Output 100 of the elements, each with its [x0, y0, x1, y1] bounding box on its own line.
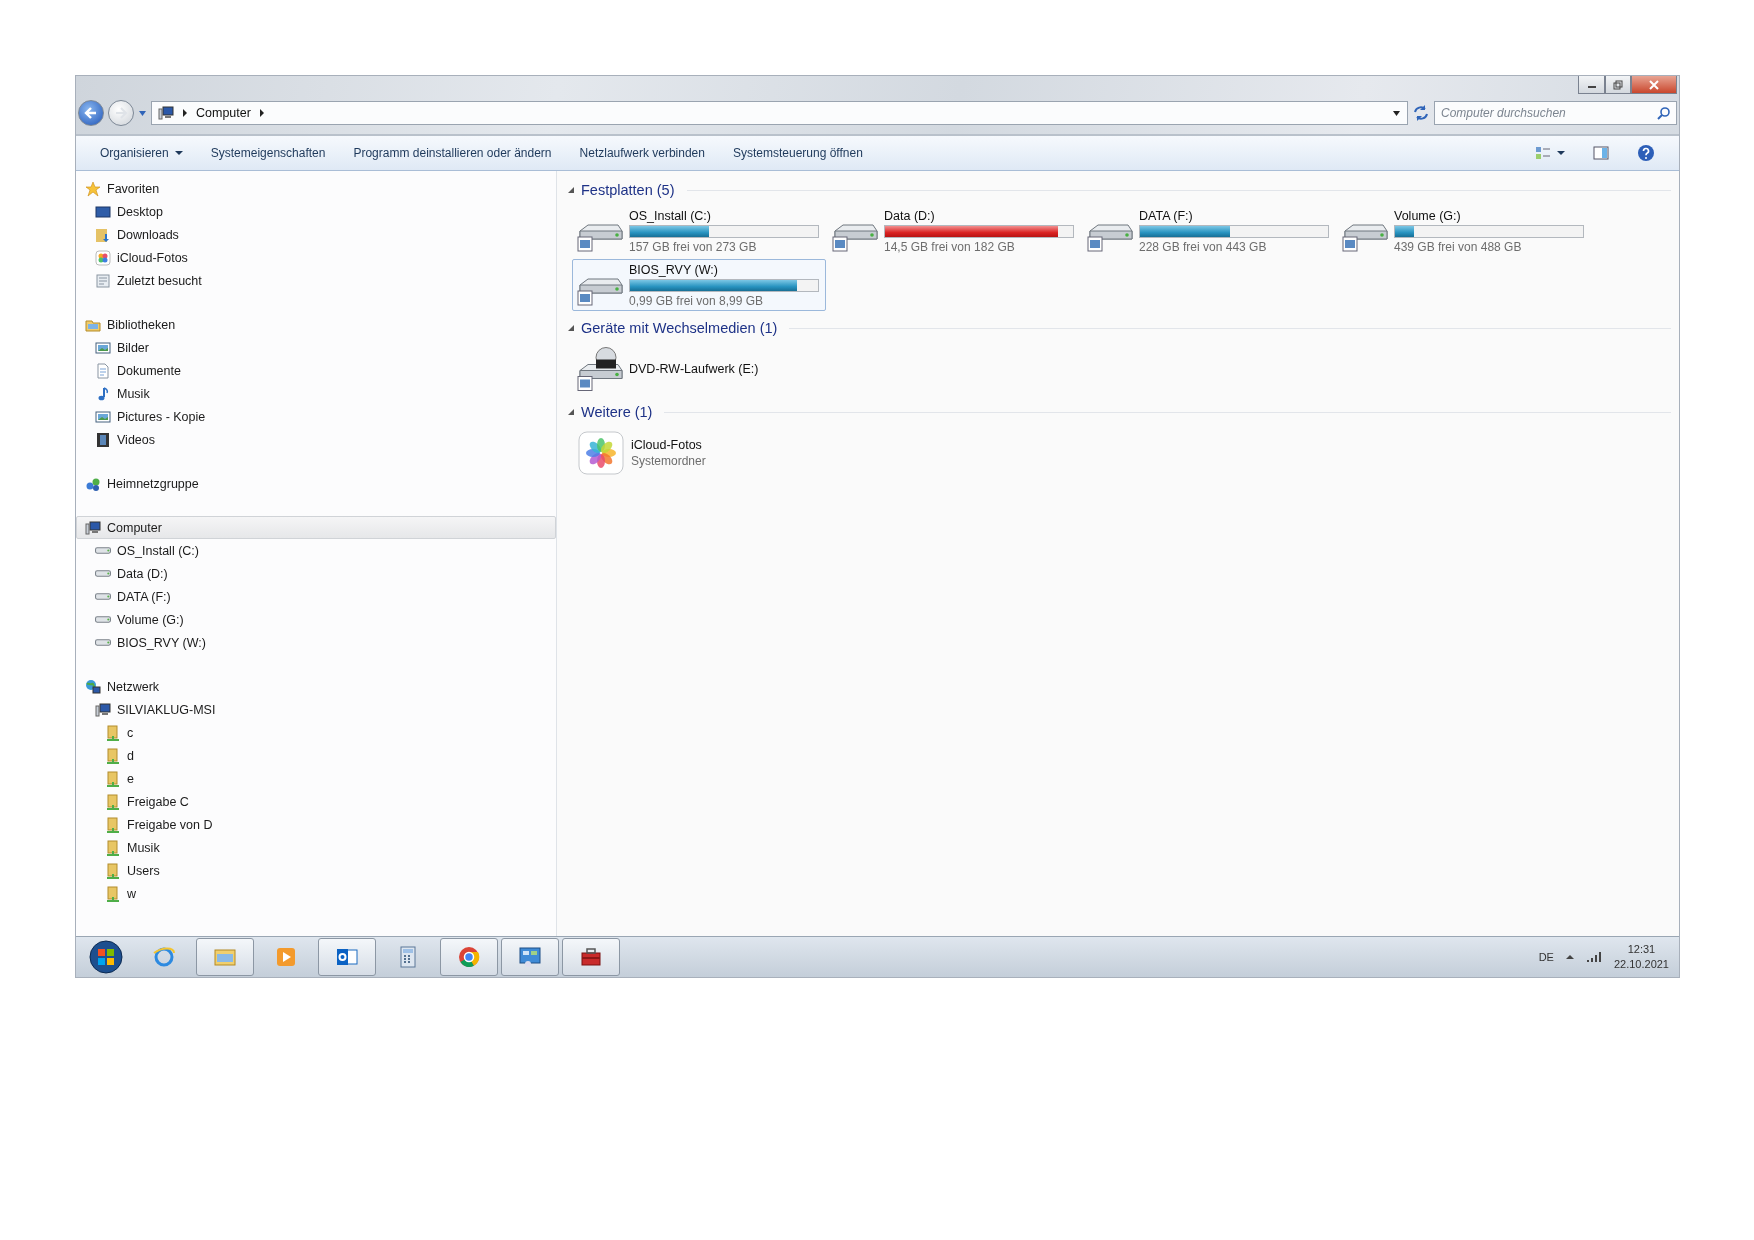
picture-icon	[95, 339, 111, 356]
toolbar-button[interactable]: Organisieren	[86, 142, 197, 164]
sidebar-item[interactable]: c	[76, 721, 556, 744]
sidebar-item[interactable]: Volume (G:)	[76, 608, 556, 631]
sidebar-item[interactable]: DATA (F:)	[76, 585, 556, 608]
maximize-button[interactable]	[1605, 76, 1631, 94]
sidebar-item[interactable]: Netzwerk	[76, 675, 556, 698]
restore-icon	[1613, 79, 1623, 90]
drive-icon	[95, 593, 111, 600]
drive-tile[interactable]: BIOS_RVY (W:) 0,99 GB frei von 8,99 GB	[572, 259, 826, 311]
chrome-icon	[456, 945, 482, 969]
back-button[interactable]	[78, 100, 104, 126]
drive-icon	[95, 639, 111, 646]
toolbar-button[interactable]: Systemsteuerung öffnen	[718, 142, 877, 164]
breadcrumb[interactable]: Computer	[196, 106, 251, 120]
drive-name: OS_Install (C:)	[629, 208, 712, 223]
sidebar-item[interactable]: Users	[76, 859, 556, 882]
drive-detail: 0,99 GB frei von 8,99 GB	[629, 293, 765, 308]
sidebar-item[interactable]: e	[76, 767, 556, 790]
sidebar-item[interactable]: Videos	[76, 428, 556, 451]
collapse-triangle-icon[interactable]	[567, 408, 575, 416]
address-bar[interactable]: Computer	[151, 101, 1408, 125]
computer-icon	[85, 519, 101, 536]
sidebar-item[interactable]: Zuletzt besucht	[76, 269, 556, 292]
shared-folder-icon	[105, 862, 121, 879]
drive-tile[interactable]: DATA (F:) 228 GB frei von 443 GB	[1082, 205, 1336, 257]
toolbar-button[interactable]: Programm deinstallieren oder ändern	[339, 142, 566, 164]
toolbar-button[interactable]: Netzlaufwerk verbinden	[565, 142, 719, 164]
sidebar-item[interactable]: Data (D:)	[76, 562, 556, 585]
forward-button[interactable]	[108, 100, 134, 126]
taskbar-button[interactable]	[318, 938, 376, 976]
drive-tile[interactable]: iCloud-Fotos Systemordner	[572, 427, 826, 479]
drive-tile[interactable]: OS_Install (C:) 157 GB frei von 273 GB	[572, 205, 826, 257]
sidebar-item[interactable]: Heimnetzgruppe	[76, 472, 556, 495]
search-input[interactable]: Computer durchsuchen	[1435, 102, 1657, 124]
sidebar-item[interactable]: SILVIAKLUG-MSI	[76, 698, 556, 721]
taskbar-button[interactable]	[562, 938, 620, 976]
windows-orb-icon	[88, 939, 124, 975]
chevron-right-icon	[258, 109, 265, 117]
sidebar-item[interactable]: Bibliotheken	[76, 313, 556, 336]
taskbar-button[interactable]	[440, 938, 498, 976]
drive-icon	[95, 547, 111, 554]
computer-icon	[158, 105, 174, 121]
desktop-icon	[95, 203, 111, 220]
group-header[interactable]: Geräte mit Wechselmedien (1)	[581, 320, 778, 336]
caret-up-icon	[1565, 954, 1574, 960]
close-button[interactable]	[1631, 76, 1677, 94]
taskbar-button[interactable]	[501, 938, 559, 976]
drive-detail: 228 GB frei von 443 GB	[1139, 239, 1268, 254]
dropdown-arrow-icon	[138, 109, 147, 117]
sidebar-item[interactable]: Favoriten	[76, 177, 556, 200]
sidebar-item[interactable]: iCloud-Fotos	[76, 246, 556, 269]
group-header[interactable]: Weitere (1)	[581, 404, 653, 420]
back-arrow-icon	[84, 106, 98, 120]
search-field[interactable]: Computer durchsuchen	[1434, 101, 1677, 125]
drive-icon	[1087, 224, 1133, 252]
drive-name: BIOS_RVY (W:)	[629, 262, 719, 277]
shared-folder-icon	[105, 839, 121, 856]
toolbar-button[interactable]: Systemeigenschaften	[196, 142, 340, 164]
star-icon	[85, 180, 101, 197]
minimize-button[interactable]	[1578, 76, 1605, 94]
clock[interactable]: 12:31 22.10.2021	[1613, 942, 1669, 972]
help-icon	[1637, 144, 1655, 162]
drive-name: Volume (G:)	[1394, 208, 1462, 223]
photos-icon	[577, 430, 625, 476]
drive-detail: 14,5 GB frei von 182 GB	[884, 239, 1016, 254]
toolbox-icon	[578, 945, 604, 969]
drive-name: DVD-RW-Laufwerk (E:)	[629, 362, 759, 376]
refresh-icon	[1412, 104, 1430, 122]
sidebar-item[interactable]: Computer	[76, 516, 556, 539]
close-icon	[1648, 79, 1660, 90]
view-list-icon	[1535, 146, 1551, 160]
drive-tile[interactable]: Volume (G:) 439 GB frei von 488 GB	[1337, 205, 1591, 257]
sidebar-item[interactable]: w	[76, 882, 556, 905]
recent-places-icon	[95, 272, 111, 289]
collapse-triangle-icon[interactable]	[567, 186, 575, 194]
browser-icon	[151, 945, 177, 969]
sidebar-item[interactable]: Downloads	[76, 223, 556, 246]
sidebar-item[interactable]: BIOS_RVY (W:)	[76, 631, 556, 654]
sidebar-item[interactable]: Freigabe von D	[76, 813, 556, 836]
drive-tile[interactable]: Data (D:) 14,5 GB frei von 182 GB	[827, 205, 1081, 257]
sidebar-item[interactable]: Bilder	[76, 336, 556, 359]
sidebar-item[interactable]: Pictures - Kopie	[76, 405, 556, 428]
sidebar-item[interactable]: Dokumente	[76, 359, 556, 382]
sidebar-item[interactable]: Musik	[76, 382, 556, 405]
drive-icon	[832, 224, 878, 252]
group-header[interactable]: Festplatten (5)	[581, 182, 675, 198]
sidebar-item[interactable]: Desktop	[76, 200, 556, 223]
signal-icon	[1585, 951, 1602, 963]
sidebar-item[interactable]: Freigabe C	[76, 790, 556, 813]
sidebar-item[interactable]: d	[76, 744, 556, 767]
drive-tile[interactable]: DVD-RW-Laufwerk (E:)	[572, 343, 826, 395]
caret-icon	[1557, 150, 1565, 156]
collapse-triangle-icon[interactable]	[567, 324, 575, 332]
language-indicator[interactable]: DE	[1538, 951, 1554, 963]
shared-folder-icon	[105, 747, 121, 764]
sidebar-item[interactable]: OS_Install (C:)	[76, 539, 556, 562]
photos-icon	[95, 249, 111, 266]
sidebar-item[interactable]: Musik	[76, 836, 556, 859]
dropdown-arrow-icon	[1392, 109, 1401, 117]
